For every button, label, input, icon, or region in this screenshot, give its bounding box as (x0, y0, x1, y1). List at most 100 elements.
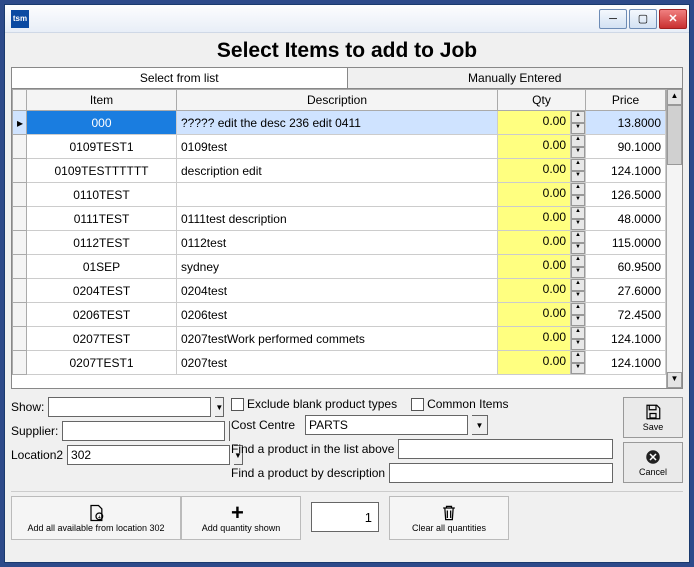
cell-qty[interactable]: 0.00▲▼ (498, 303, 586, 327)
qty-up-icon[interactable]: ▲ (571, 327, 585, 339)
table-row[interactable]: 0204TEST0204test0.00▲▼27.6000 (13, 279, 666, 303)
cell-item[interactable]: 0207TEST (27, 327, 177, 351)
cell-description[interactable] (177, 183, 498, 207)
exclude-blank-checkbox[interactable]: Exclude blank product types (231, 397, 397, 411)
table-row[interactable]: 0109TESTTTTTTdescription edit0.00▲▼124.1… (13, 159, 666, 183)
grid-scrollbar[interactable]: ▲ ▼ (666, 89, 682, 388)
qty-down-icon[interactable]: ▼ (571, 339, 585, 351)
supplier-input[interactable] (62, 421, 225, 441)
qty-up-icon[interactable]: ▲ (571, 279, 585, 291)
find-in-list-input[interactable] (398, 439, 613, 459)
qty-up-icon[interactable]: ▲ (571, 183, 585, 195)
cell-description[interactable]: 0109test (177, 135, 498, 159)
cell-description[interactable]: sydney (177, 255, 498, 279)
qty-down-icon[interactable]: ▼ (571, 267, 585, 279)
qty-up-icon[interactable]: ▲ (571, 111, 585, 123)
qty-down-icon[interactable]: ▼ (571, 171, 585, 183)
cell-item[interactable]: 0206TEST (27, 303, 177, 327)
table-row[interactable]: 01SEPsydney0.00▲▼60.9500 (13, 255, 666, 279)
save-button[interactable]: Save (623, 397, 683, 438)
cancel-button[interactable]: Cancel (623, 442, 683, 483)
minimize-button[interactable]: ─ (599, 9, 627, 29)
cell-item[interactable]: 0204TEST (27, 279, 177, 303)
cell-item[interactable]: 0110TEST (27, 183, 177, 207)
col-price[interactable]: Price (586, 90, 666, 111)
qty-down-icon[interactable]: ▼ (571, 243, 585, 255)
qty-up-icon[interactable]: ▲ (571, 207, 585, 219)
cell-price: 48.0000 (586, 207, 666, 231)
qty-up-icon[interactable]: ▲ (571, 255, 585, 267)
table-row[interactable]: 0207TEST10207test0.00▲▼124.1000 (13, 351, 666, 375)
clear-quantities-button[interactable]: Clear all quantities (389, 496, 509, 540)
col-description[interactable]: Description (177, 90, 498, 111)
table-row[interactable]: 0109TEST10109test0.00▲▼90.1000 (13, 135, 666, 159)
cell-item[interactable]: 0111TEST (27, 207, 177, 231)
tab-manually-entered[interactable]: Manually Entered (348, 67, 684, 88)
cell-description[interactable]: 0206test (177, 303, 498, 327)
cell-item[interactable]: 0109TESTTTTTT (27, 159, 177, 183)
qty-down-icon[interactable]: ▼ (571, 123, 585, 135)
cell-description[interactable]: 0207test (177, 351, 498, 375)
cell-price: 13.8000 (586, 111, 666, 135)
qty-up-icon[interactable]: ▲ (571, 231, 585, 243)
cell-qty[interactable]: 0.00▲▼ (498, 183, 586, 207)
cell-qty[interactable]: 0.00▲▼ (498, 255, 586, 279)
table-row[interactable]: ▸000????? edit the desc 236 edit 04110.0… (13, 111, 666, 135)
cell-qty[interactable]: 0.00▲▼ (498, 159, 586, 183)
col-qty[interactable]: Qty (498, 90, 586, 111)
qty-down-icon[interactable]: ▼ (571, 291, 585, 303)
scroll-up-icon[interactable]: ▲ (667, 89, 682, 105)
location-dropdown[interactable] (67, 445, 230, 465)
cell-item[interactable]: 01SEP (27, 255, 177, 279)
show-drop-icon[interactable]: ▼ (215, 397, 224, 417)
scroll-down-icon[interactable]: ▼ (667, 372, 682, 388)
tab-select-from-list[interactable]: Select from list (11, 67, 348, 88)
cell-item[interactable]: 0207TEST1 (27, 351, 177, 375)
trash-icon (439, 503, 459, 523)
find-by-desc-label: Find a product by description (231, 466, 385, 480)
page-title: Select Items to add to Job (11, 39, 683, 63)
maximize-button[interactable]: ▢ (629, 9, 657, 29)
cell-item[interactable]: 000 (27, 111, 177, 135)
table-row[interactable]: 0206TEST0206test0.00▲▼72.4500 (13, 303, 666, 327)
find-by-desc-input[interactable] (389, 463, 613, 483)
cell-item[interactable]: 0109TEST1 (27, 135, 177, 159)
qty-up-icon[interactable]: ▲ (571, 135, 585, 147)
common-items-checkbox[interactable]: Common Items (411, 397, 508, 411)
table-row[interactable]: 0207TEST0207testWork performed commets0.… (13, 327, 666, 351)
qty-down-icon[interactable]: ▼ (571, 315, 585, 327)
quantity-input[interactable] (311, 502, 379, 532)
cell-description[interactable]: 0111test description (177, 207, 498, 231)
qty-down-icon[interactable]: ▼ (571, 219, 585, 231)
table-row[interactable]: 0110TEST0.00▲▼126.5000 (13, 183, 666, 207)
cost-centre-dropdown[interactable] (305, 415, 468, 435)
cell-qty[interactable]: 0.00▲▼ (498, 327, 586, 351)
cell-qty[interactable]: 0.00▲▼ (498, 351, 586, 375)
cell-description[interactable]: ????? edit the desc 236 edit 0411 (177, 111, 498, 135)
add-all-button[interactable]: + Add all available from location 302 (11, 496, 181, 540)
qty-down-icon[interactable]: ▼ (571, 195, 585, 207)
qty-down-icon[interactable]: ▼ (571, 363, 585, 375)
cost-centre-drop-icon[interactable]: ▼ (472, 415, 488, 435)
qty-up-icon[interactable]: ▲ (571, 351, 585, 363)
table-row[interactable]: 0111TEST0111test description0.00▲▼48.000… (13, 207, 666, 231)
cell-description[interactable]: 0207testWork performed commets (177, 327, 498, 351)
qty-up-icon[interactable]: ▲ (571, 303, 585, 315)
cell-qty[interactable]: 0.00▲▼ (498, 279, 586, 303)
cell-qty[interactable]: 0.00▲▼ (498, 135, 586, 159)
qty-up-icon[interactable]: ▲ (571, 159, 585, 171)
add-quantity-button[interactable]: + Add quantity shown (181, 496, 301, 540)
cell-description[interactable]: 0204test (177, 279, 498, 303)
cell-qty[interactable]: 0.00▲▼ (498, 231, 586, 255)
cell-qty[interactable]: 0.00▲▼ (498, 111, 586, 135)
cell-item[interactable]: 0112TEST (27, 231, 177, 255)
close-button[interactable]: ✕ (659, 9, 687, 29)
qty-down-icon[interactable]: ▼ (571, 147, 585, 159)
col-item[interactable]: Item (27, 90, 177, 111)
show-dropdown[interactable] (48, 397, 211, 417)
cell-description[interactable]: description edit (177, 159, 498, 183)
cell-qty[interactable]: 0.00▲▼ (498, 207, 586, 231)
table-row[interactable]: 0112TEST0112test0.00▲▼115.0000 (13, 231, 666, 255)
show-label: Show: (11, 400, 44, 414)
cell-description[interactable]: 0112test (177, 231, 498, 255)
